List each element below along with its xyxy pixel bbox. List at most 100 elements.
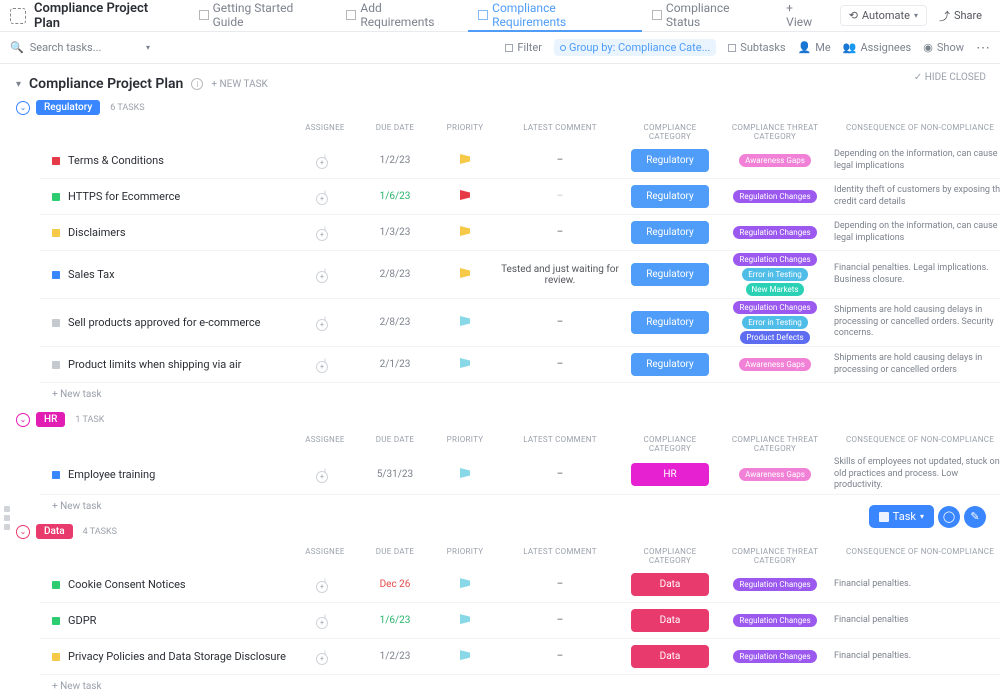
threat-pill[interactable]: Regulation Changes — [733, 190, 816, 203]
threat-pill[interactable]: Regulation Changes — [733, 614, 816, 627]
status-square[interactable] — [52, 581, 60, 589]
column-header[interactable]: ASSIGNEE — [290, 545, 360, 567]
column-header[interactable]: COMPLIANCE THREAT CATEGORY — [720, 545, 830, 567]
column-header[interactable]: LATEST COMMENT — [500, 121, 620, 143]
task-row[interactable]: Employee training5/31/23–HRAwareness Gap… — [40, 455, 1000, 495]
latest-comment[interactable]: – — [500, 227, 620, 238]
latest-comment[interactable]: – — [500, 651, 620, 662]
show-button[interactable]: ◉Show — [923, 41, 964, 54]
column-header[interactable]: PRIORITY — [430, 121, 500, 143]
assignees-button[interactable]: 👥Assignees — [843, 41, 912, 54]
task-row[interactable]: HTTPS for Ecommerce1/6/23–RegulatoryRegu… — [40, 179, 1000, 215]
tab-compliance-status[interactable]: Compliance Status — [642, 0, 776, 32]
column-header[interactable]: CONSEQUENCE OF NON-COMPLIANCE — [830, 545, 1000, 567]
task-name[interactable]: Privacy Policies and Data Storage Disclo… — [40, 650, 290, 663]
subtasks-button[interactable]: Subtasks — [728, 41, 785, 54]
hide-closed-toggle[interactable]: HIDE CLOSED — [914, 72, 986, 83]
task-row[interactable]: Disclaimers1/3/23–RegulatoryRegulation C… — [40, 215, 1000, 251]
me-button[interactable]: 👤Me — [798, 41, 831, 54]
column-header[interactable]: CONSEQUENCE OF NON-COMPLIANCE — [830, 433, 1000, 455]
task-row[interactable]: Sales Tax 2/8/23 Tested and just waiting f… — [40, 251, 1000, 299]
task-name[interactable]: Sell products approved for e-commerce — [40, 316, 290, 329]
collapse-icon[interactable]: ⌄ — [16, 413, 30, 427]
category-pill[interactable]: HR — [631, 463, 709, 486]
column-header[interactable]: DUE DATE — [360, 545, 430, 567]
status-square[interactable] — [52, 157, 60, 165]
task-row[interactable]: GDPR1/6/23–DataRegulation ChangesFinanci… — [40, 603, 1000, 639]
task-name[interactable]: Sales Tax — [40, 268, 290, 281]
task-row[interactable]: Product limits when shipping via air2/1/… — [40, 347, 1000, 383]
due-date[interactable]: 1/3/23 — [360, 227, 430, 238]
priority-flag[interactable] — [460, 578, 470, 588]
status-square[interactable] — [52, 229, 60, 237]
threat-pill[interactable]: Regulation Changes — [733, 226, 816, 239]
priority-flag[interactable] — [460, 226, 470, 236]
status-square[interactable] — [52, 361, 60, 369]
search-input[interactable]: 🔍 Search tasks... ▾ — [10, 41, 150, 54]
assignee-avatar[interactable] — [324, 578, 326, 591]
latest-comment[interactable]: – — [500, 317, 620, 328]
category-pill[interactable]: Regulatory — [631, 149, 709, 172]
tab-compliance-requirements[interactable]: Compliance Requirements — [468, 0, 642, 32]
group-pill[interactable]: HR — [36, 412, 65, 427]
category-pill[interactable]: Regulatory — [631, 221, 709, 244]
threat-pill[interactable]: Regulation Changes — [733, 650, 816, 663]
column-header[interactable]: PRIORITY — [430, 433, 500, 455]
threat-pill[interactable]: Regulation Changes — [733, 301, 816, 314]
status-square[interactable] — [52, 471, 60, 479]
due-date[interactable]: 2/1/23 — [360, 359, 430, 370]
task-row[interactable]: Cookie Consent NoticesDec 26–DataRegulat… — [40, 567, 1000, 603]
priority-flag[interactable] — [460, 190, 470, 200]
priority-flag[interactable] — [460, 268, 470, 278]
assignee-avatar[interactable] — [324, 468, 326, 481]
due-date[interactable]: 2/8/23 — [360, 317, 430, 328]
column-header[interactable]: COMPLIANCE THREAT CATEGORY — [720, 121, 830, 143]
column-header[interactable]: DUE DATE — [360, 121, 430, 143]
column-header[interactable]: ASSIGNEE — [290, 433, 360, 455]
due-date[interactable]: 1/6/23 — [360, 191, 430, 202]
latest-comment[interactable]: – — [500, 155, 620, 166]
due-date[interactable]: 2/8/23 — [360, 269, 430, 280]
latest-comment[interactable]: – — [500, 359, 620, 370]
status-square[interactable] — [52, 319, 60, 327]
status-square[interactable] — [52, 193, 60, 201]
more-icon[interactable]: ⋯ — [976, 40, 990, 56]
tab-add-requirements[interactable]: Add Requirements — [336, 0, 468, 32]
record-fab[interactable]: ◯ — [938, 506, 960, 528]
latest-comment[interactable]: Tested and just waiting for review. — [500, 264, 620, 286]
threat-pill[interactable]: Regulation Changes — [733, 253, 816, 266]
add-task-button[interactable]: + New task — [16, 383, 1000, 406]
priority-flag[interactable] — [460, 358, 470, 368]
category-pill[interactable]: Regulatory — [631, 185, 709, 208]
threat-pill[interactable]: Regulation Changes — [733, 578, 816, 591]
groupby-chip[interactable]: Group by: Compliance Cate... — [554, 39, 716, 56]
add-task-button[interactable]: + New task — [16, 675, 1000, 698]
status-square[interactable] — [52, 617, 60, 625]
caret-down-icon[interactable]: ▾ — [16, 79, 21, 90]
task-row[interactable]: Sell products approved for e-commerce 2/8… — [40, 299, 1000, 347]
threat-pill[interactable]: Error in Testing — [742, 268, 808, 281]
priority-flag[interactable] — [460, 154, 470, 164]
threat-pill[interactable]: New Markets — [746, 283, 805, 296]
assignee-avatar[interactable] — [324, 316, 326, 329]
task-name[interactable]: Cookie Consent Notices — [40, 578, 290, 591]
status-square[interactable] — [52, 271, 60, 279]
task-name[interactable]: GDPR — [40, 614, 290, 627]
category-pill[interactable]: Data — [631, 609, 709, 632]
assignee-avatar[interactable] — [324, 190, 326, 203]
due-date[interactable]: 1/2/23 — [360, 155, 430, 166]
threat-pill[interactable]: Awareness Gaps — [739, 154, 811, 167]
threat-pill[interactable]: Error in Testing — [742, 316, 808, 329]
priority-flag[interactable] — [460, 468, 470, 478]
assignee-avatar[interactable] — [324, 358, 326, 371]
task-row[interactable]: Terms & Conditions1/2/23–RegulatoryAware… — [40, 143, 1000, 179]
task-name[interactable]: HTTPS for Ecommerce — [40, 190, 290, 203]
filter-button[interactable]: Filter — [505, 41, 542, 54]
category-pill[interactable]: Regulatory — [631, 263, 709, 286]
assignee-avatar[interactable] — [324, 614, 326, 627]
latest-comment[interactable]: – — [500, 579, 620, 590]
priority-flag[interactable] — [460, 650, 470, 660]
due-date[interactable]: 1/6/23 — [360, 615, 430, 626]
add-task-button[interactable]: + New task — [16, 495, 1000, 518]
due-date[interactable]: 5/31/23 — [360, 469, 430, 480]
